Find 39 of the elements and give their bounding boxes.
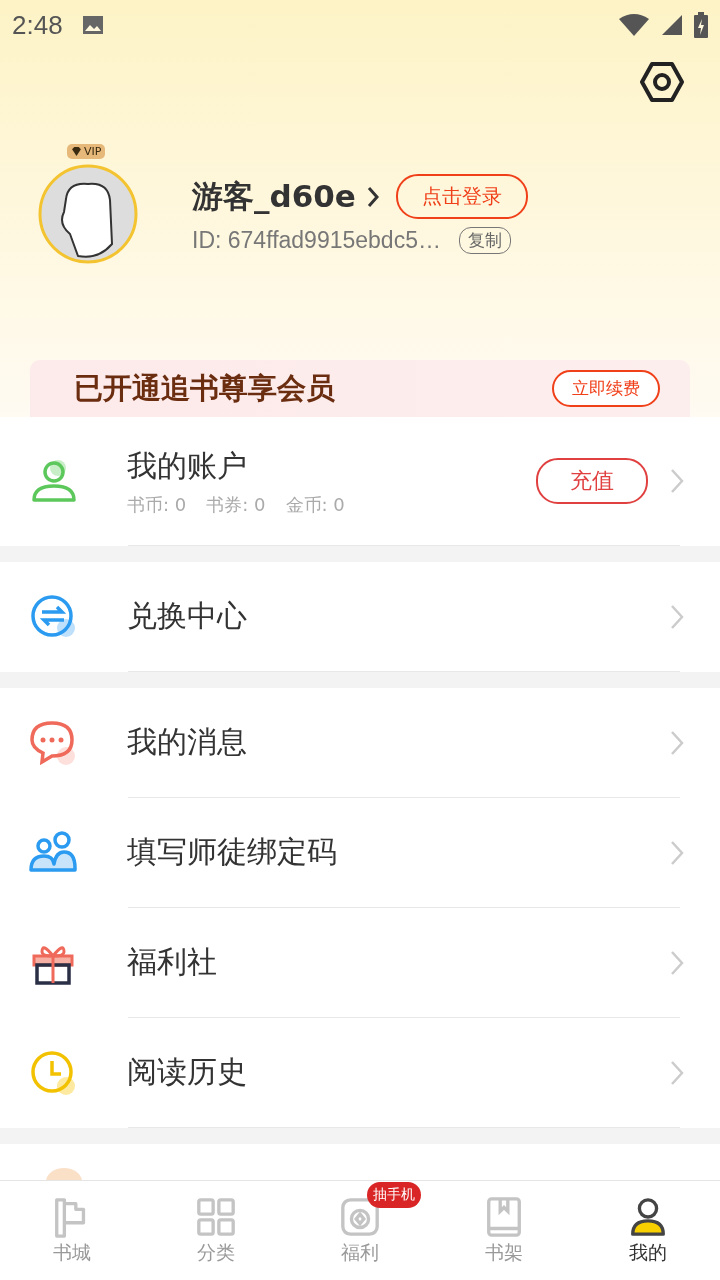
copy-button[interactable]: 复制 [458,227,511,254]
grid-icon [195,1195,237,1238]
settings-icon[interactable] [640,60,684,104]
balance-text: 书币: 0 [127,492,187,517]
renew-button[interactable]: 立即续费 [552,370,660,407]
menu-label: 兑换中心 [127,597,248,635]
balance-text: 金币: 0 [285,492,345,517]
user-name[interactable]: 游客_d60e [192,175,356,218]
menu-label: 阅读历史 [127,1053,248,1091]
account-title[interactable]: 我的账户 [127,445,536,487]
login-button[interactable]: 点击登录 [395,174,528,219]
menu-item[interactable]: 福利社 [0,908,720,1017]
wifi-icon [618,13,650,37]
avatar[interactable] [38,164,138,264]
menu-label: 我的消息 [127,723,248,761]
chevron-icon [670,729,684,756]
recharge-button[interactable]: 充值 [536,458,648,504]
user-id: ID: 674ffad9915ebdc5… [192,227,441,254]
chevron-icon [670,603,684,630]
vip-badge: VIP [67,144,106,159]
chevron-icon[interactable] [365,184,380,209]
menu-item[interactable]: 阅读历史 [0,1018,720,1127]
balance-text: 书券: 0 [206,492,266,517]
menu-item[interactable]: 兑换中心 [0,562,720,671]
menu-item[interactable]: 填写师徒绑定码 [0,798,720,907]
menu-label: 福利社 [127,943,218,981]
banner-title: 已开通追书尊享会员 [74,369,336,407]
menu-item[interactable]: 我的消息 [0,688,720,797]
nav-tab[interactable]: 我的 [576,1181,720,1280]
chevron-icon [670,839,684,866]
status-time: 2:48 [12,9,63,41]
chevron-icon [670,1059,684,1086]
prize-badge: 抽手机 [367,1181,421,1208]
battery-icon [694,12,708,38]
chevron-icon [670,949,684,976]
menu-label: 填写师徒绑定码 [127,833,338,871]
image-icon [80,13,105,37]
signal-icon [660,13,684,37]
nav-tab[interactable]: 抽手机 福利 [288,1181,432,1280]
